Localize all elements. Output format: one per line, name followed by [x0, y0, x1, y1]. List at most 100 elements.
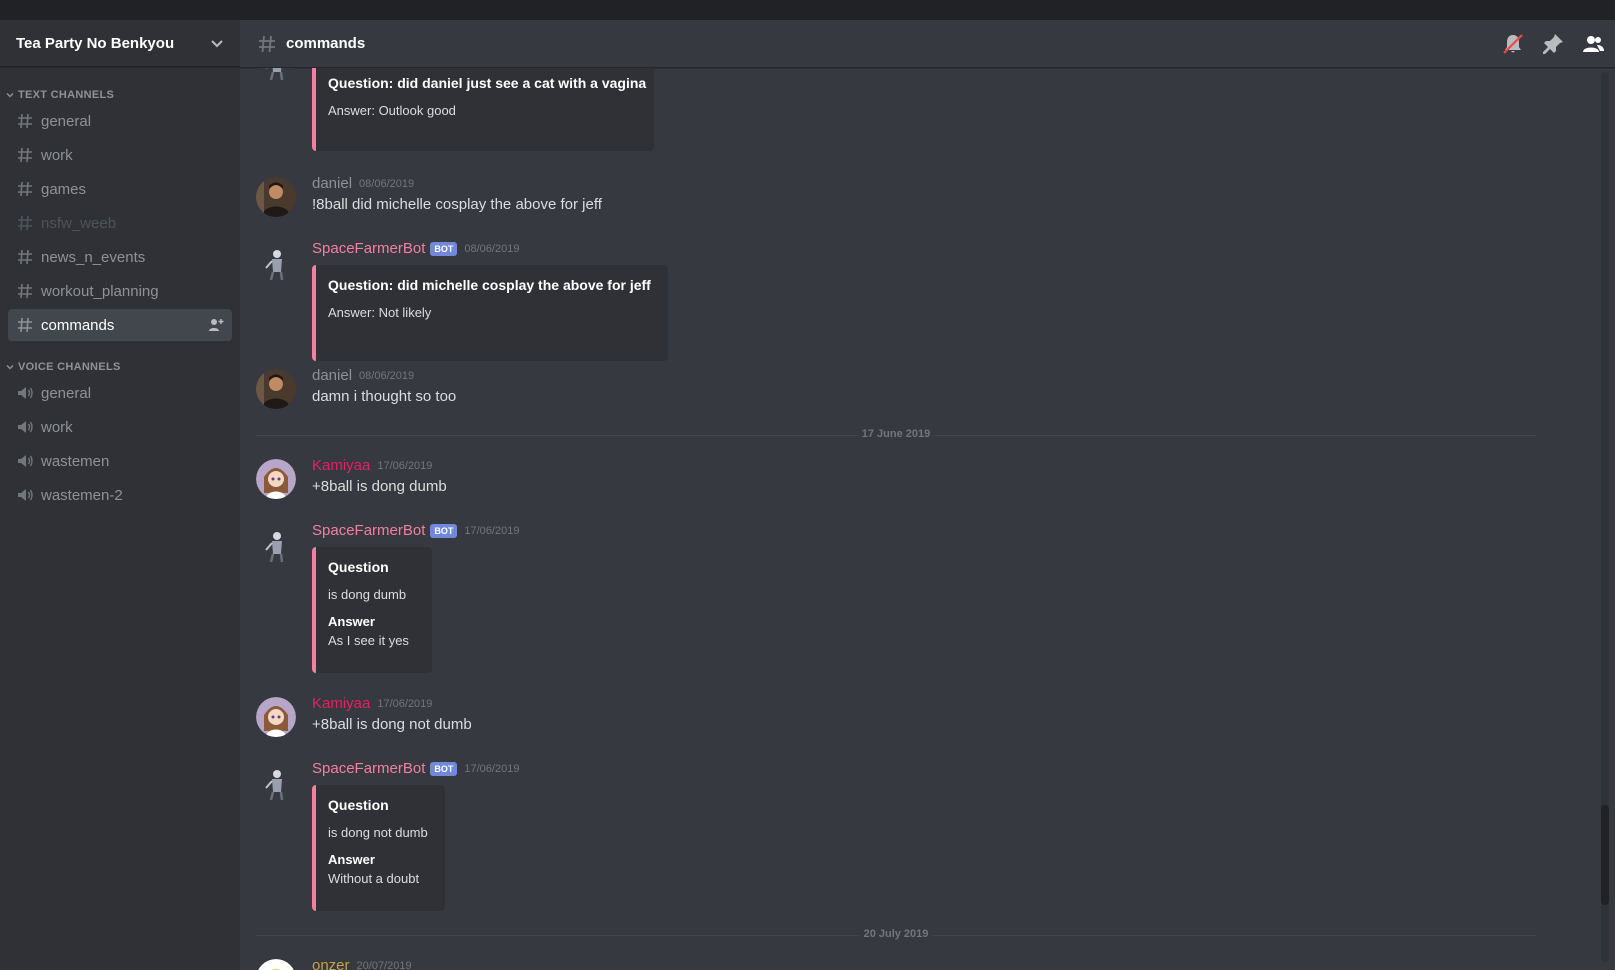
embed-8ball: Question is dong not dumb Answer Without… [312, 785, 445, 911]
author-name[interactable]: SpaceFarmerBot [312, 522, 425, 539]
bot-avatar [256, 68, 296, 82]
date-divider: 17 June 2019 [256, 428, 1536, 440]
user-avatar [256, 697, 296, 737]
channel-title: commands [286, 35, 366, 52]
voice-channel-wastemen-2[interactable]: wastemen-2 [8, 479, 232, 511]
embed-8ball: Question: did daniel just see a cat with… [312, 68, 654, 151]
channel-name: work [41, 418, 73, 436]
embed-title: Question [328, 559, 389, 575]
channel-name: wastemen [41, 452, 110, 470]
server-header[interactable]: Tea Party No Benkyou [0, 20, 240, 67]
user-avatar [256, 369, 296, 409]
user-avatar [256, 177, 296, 217]
channel-name: workout_planning [41, 282, 159, 300]
channel-general[interactable]: general [8, 105, 232, 137]
hash-icon [259, 35, 275, 52]
embed-answer: Answer: Not likely [328, 305, 432, 320]
timestamp: 20/07/2019 [356, 959, 412, 970]
speaker-icon [18, 489, 33, 501]
nsfw-hash-icon [18, 215, 32, 231]
author-name[interactable]: daniel [312, 367, 352, 384]
date-divider-label: 20 July 2019 [859, 928, 933, 940]
speaker-icon [18, 455, 33, 467]
channel-news-n-events[interactable]: news_n_events [8, 241, 232, 273]
hash-icon [18, 283, 32, 299]
timestamp: 17/06/2019 [464, 524, 520, 537]
voice-channel-work[interactable]: work [8, 411, 232, 443]
voice-channel-general[interactable]: general [8, 377, 232, 409]
hash-icon [18, 317, 32, 333]
bot-avatar [256, 524, 296, 564]
author-name[interactable]: SpaceFarmerBot [312, 760, 425, 777]
date-divider: 20 July 2019 [256, 928, 1536, 940]
speaker-icon [18, 387, 33, 399]
timestamp: 17/06/2019 [464, 762, 520, 775]
channel-workout-planning[interactable]: workout_planning [8, 275, 232, 307]
hash-icon [18, 249, 32, 265]
scrollbar-thumb[interactable] [1601, 805, 1609, 905]
category-label: VOICE CHANNELS [18, 361, 121, 373]
message-text: !8ball did michelle cosplay the above fo… [312, 196, 602, 213]
timestamp: 08/06/2019 [464, 242, 520, 255]
bot-avatar [256, 762, 296, 802]
chat-header: commands [240, 20, 1615, 68]
user-avatar [256, 959, 296, 970]
message-text: damn i thought so too [312, 388, 457, 405]
author-name[interactable]: onzer [312, 957, 350, 970]
timestamp: 08/06/2019 [359, 369, 415, 382]
timestamp: 17/06/2019 [377, 697, 433, 710]
channel-commands[interactable]: commands [8, 309, 232, 341]
channel-name: games [41, 180, 87, 198]
pin-icon[interactable] [1541, 32, 1565, 56]
channel-name: commands [41, 316, 115, 334]
author-name[interactable]: SpaceFarmerBot [312, 240, 425, 257]
embed-title: Question [328, 797, 389, 813]
embed-8ball: Question is dong dumb Answer As I see it… [312, 547, 432, 673]
author-name[interactable]: Kamiyaa [312, 457, 370, 474]
channel-name: news_n_events [41, 248, 146, 266]
timestamp: 17/06/2019 [377, 459, 433, 472]
bot-badge: BOT [430, 523, 458, 538]
channel-nsfw-weeb[interactable]: nsfw_weeb [8, 207, 232, 239]
bot-badge: BOT [430, 241, 458, 256]
embed-description: is dong dumb [328, 587, 407, 602]
embed-description: is dong not dumb [328, 825, 428, 840]
author-name[interactable]: Kamiyaa [312, 695, 370, 712]
create-invite-icon[interactable] [208, 317, 224, 333]
embed-answer: Answer: Outlook good [328, 103, 456, 118]
author-name[interactable]: daniel [312, 175, 352, 192]
embed-8ball: Question: did michelle cosplay the above… [312, 265, 668, 361]
chevron-down-icon [211, 40, 223, 48]
speaker-icon [18, 421, 33, 433]
channel-name: general [41, 384, 92, 402]
channel-work[interactable]: work [8, 139, 232, 171]
category-voice-channels[interactable]: VOICE CHANNELS [0, 359, 240, 375]
window-titlebar [0, 0, 1615, 20]
message-text: +8ball is dong not dumb [312, 716, 472, 733]
channel-name: general [41, 112, 92, 130]
embed-title: Question: did daniel just see a cat with… [328, 75, 647, 91]
member-list-icon[interactable] [1581, 32, 1605, 56]
collapse-arrow-icon [6, 365, 14, 370]
hash-icon [18, 113, 32, 129]
bot-badge: BOT [430, 761, 458, 776]
embed-title: Question: did michelle cosplay the above… [328, 277, 651, 293]
category-text-channels[interactable]: TEXT CHANNELS [0, 87, 240, 103]
date-divider-label: 17 June 2019 [857, 428, 935, 440]
embed-field-value: As I see it yes [328, 633, 409, 648]
voice-channel-wastemen[interactable]: wastemen [8, 445, 232, 477]
mute-notifications-icon[interactable] [1501, 32, 1525, 56]
category-label: TEXT CHANNELS [18, 89, 115, 101]
server-name: Tea Party No Benkyou [16, 34, 175, 52]
channel-sidebar: Tea Party No Benkyou TEXT CHANNELS gener… [0, 20, 240, 970]
hash-icon [18, 181, 32, 197]
embed-field-value: Without a doubt [328, 871, 420, 886]
message-list[interactable]: Question: did daniel just see a cat with… [240, 68, 1595, 970]
embed-field-name: Answer [328, 614, 375, 629]
channel-games[interactable]: games [8, 173, 232, 205]
collapse-arrow-icon [6, 93, 14, 98]
channel-name: wastemen-2 [41, 486, 123, 504]
bot-avatar [256, 242, 296, 282]
embed-field-name: Answer [328, 852, 375, 867]
message-text: +8ball is dong dumb [312, 478, 447, 495]
